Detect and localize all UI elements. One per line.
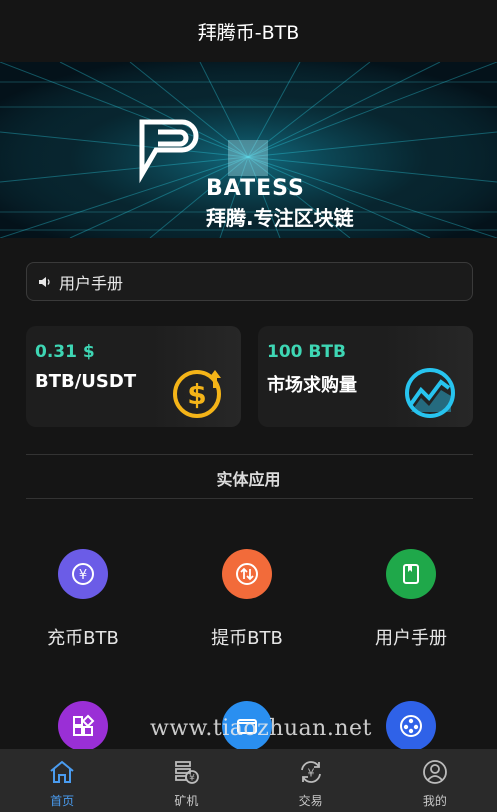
card-label: BTB/USDT bbox=[35, 371, 137, 392]
card-label: 市场求购量 bbox=[267, 375, 357, 396]
dollar-coin-icon: $ bbox=[173, 370, 221, 418]
section-title: 实体应用 bbox=[216, 470, 281, 489]
tab-label: 交易 bbox=[298, 794, 323, 808]
tab-label: 我的 bbox=[422, 794, 447, 808]
banner[interactable]: BATESS 拜腾.专注区块链 bbox=[0, 62, 497, 238]
exchange-arrows-icon bbox=[222, 549, 272, 599]
tab-home[interactable]: 首页 bbox=[0, 749, 124, 812]
tab-profile[interactable]: 我的 bbox=[373, 749, 497, 812]
watermark: www.tiaozhuan.net bbox=[150, 716, 372, 741]
svg-text:¥: ¥ bbox=[190, 774, 196, 784]
tab-trade[interactable]: ¥ 交易 bbox=[249, 749, 373, 812]
banner-brand: BATESS bbox=[206, 176, 305, 201]
app-user-manual[interactable]: 用户手册 bbox=[346, 549, 476, 650]
trade-icon: ¥ bbox=[300, 761, 321, 783]
book-icon bbox=[386, 549, 436, 599]
tab-label: 首页 bbox=[50, 794, 75, 808]
divider bbox=[26, 454, 473, 455]
app-label: 用户手册 bbox=[375, 628, 447, 649]
notice-bar[interactable]: 用户手册 bbox=[26, 262, 473, 301]
demand-card[interactable]: 100 BTB 市场求购量 bbox=[258, 326, 473, 427]
app-grid[interactable] bbox=[18, 701, 148, 751]
card-value: 0.31 $ bbox=[35, 342, 95, 362]
top-bar: 拜腾币-BTB bbox=[0, 0, 497, 62]
svg-text:¥: ¥ bbox=[79, 568, 87, 583]
notice-text: 用户手册 bbox=[59, 273, 124, 293]
banner-slogan: 拜腾.专注区块链 bbox=[206, 206, 354, 230]
tab-mining[interactable]: ¥ 矿机 bbox=[124, 749, 248, 812]
divider bbox=[26, 498, 473, 499]
grid-apps-icon bbox=[58, 701, 108, 751]
speaker-icon bbox=[39, 276, 50, 287]
app-deposit-btb[interactable]: ¥ 充币BTB bbox=[18, 549, 148, 650]
card-value: 100 BTB bbox=[267, 342, 346, 362]
app-label: 充币BTB bbox=[47, 628, 119, 649]
bottom-tab-bar: 首页 ¥ 矿机 ¥ 交易 我的 bbox=[0, 749, 497, 812]
tab-label: 矿机 bbox=[174, 794, 199, 808]
mining-machine-icon: ¥ bbox=[175, 761, 200, 784]
yuan-circle-icon: ¥ bbox=[58, 549, 108, 599]
app-label: 提币BTB bbox=[211, 628, 283, 649]
app-withdraw-btb[interactable]: 提币BTB bbox=[182, 549, 312, 650]
user-icon bbox=[422, 760, 447, 784]
svg-text:$: $ bbox=[187, 378, 206, 411]
page-title: 拜腾币-BTB bbox=[197, 21, 300, 44]
svg-text:¥: ¥ bbox=[307, 767, 314, 780]
home-icon bbox=[50, 760, 74, 783]
film-reel-icon bbox=[386, 701, 436, 751]
trend-chart-icon bbox=[405, 368, 455, 418]
price-card[interactable]: 0.31 $ BTB/USDT $ bbox=[26, 326, 241, 427]
